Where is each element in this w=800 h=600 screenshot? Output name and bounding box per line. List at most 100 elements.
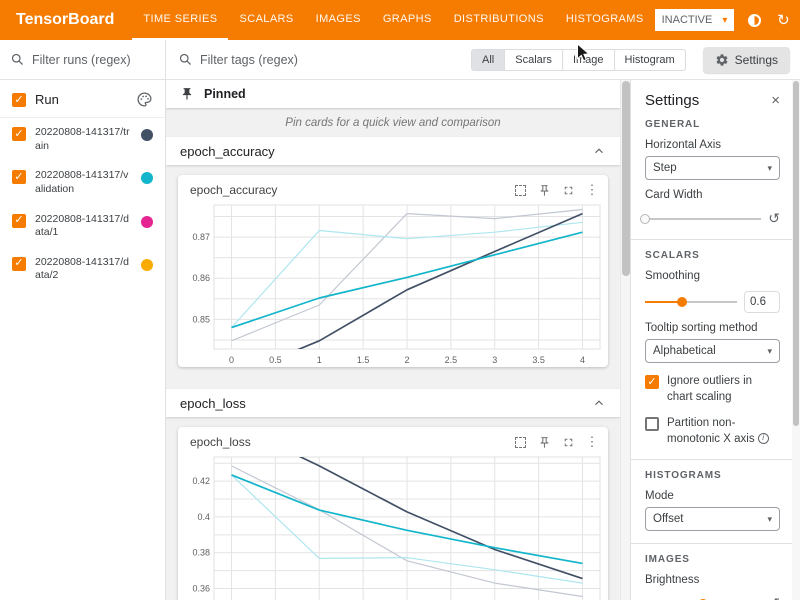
pin-icon (538, 184, 551, 197)
tag-chip-image[interactable]: Image (562, 49, 615, 71)
run-checkbox[interactable]: ✓ (12, 170, 26, 184)
epoch-accuracy-chart[interactable]: 00.511.522.533.540.850.860.87 (178, 199, 608, 367)
run-name: 20220808-141317/train (35, 126, 132, 153)
section-header-epoch-loss: epoch_loss (166, 389, 620, 417)
horizontal-axis-label: Horizontal Axis (645, 139, 780, 151)
tab-graphs[interactable]: GRAPHS (372, 0, 443, 40)
run-checkbox[interactable]: ✓ (12, 214, 26, 228)
more-vert-icon: ⋮ (586, 434, 599, 450)
fullscreen-button[interactable] (558, 181, 578, 199)
runs-filter-input[interactable] (32, 53, 152, 67)
runs-filter-area (0, 40, 166, 79)
card-header: epoch_accuracy ⋮ (178, 175, 608, 199)
search-icon (10, 52, 25, 67)
tab-distributions[interactable]: DISTRIBUTIONS (443, 0, 555, 40)
fullscreen-icon (562, 436, 575, 449)
fullscreen-button[interactable] (558, 433, 578, 451)
tab-time-series[interactable]: TIME SERIES (132, 0, 228, 40)
collapse-chevron-icon[interactable] (592, 144, 606, 158)
select-value: Step (653, 162, 677, 174)
svg-text:0: 0 (229, 355, 234, 365)
histogram-mode-select[interactable]: Offset ▾ (645, 507, 780, 531)
close-icon[interactable]: × (771, 92, 780, 109)
info-icon[interactable]: i (758, 433, 769, 444)
svg-text:3: 3 (492, 355, 497, 365)
run-list: ✓ 20220808-141317/train ✓20220808-141317/v… (0, 118, 165, 291)
settings-scrollbar[interactable] (792, 80, 800, 600)
pin-card-button[interactable] (534, 181, 554, 199)
run-list-item[interactable]: ✓20220808-141317/data/1 (0, 205, 165, 248)
ignore-outliers-checkbox[interactable]: ✓ (645, 375, 659, 389)
slider-thumb[interactable] (677, 297, 687, 307)
card-header: epoch_loss ⋮ (178, 427, 608, 451)
run-checkbox[interactable]: ✓ (12, 257, 26, 271)
checkbox-label: Ignore outliers in chart scaling (667, 374, 780, 405)
pin-card-button[interactable] (534, 433, 554, 451)
select-value: Alphabetical (653, 345, 716, 357)
settings-button[interactable]: Settings (703, 47, 790, 73)
ignore-outliers-checkbox-row[interactable]: ✓ Ignore outliers in chart scaling (645, 374, 780, 405)
tab-scalars[interactable]: SCALARS (228, 0, 304, 40)
check-icon: ✓ (14, 95, 23, 106)
svg-text:2: 2 (404, 355, 409, 365)
fit-to-data-button[interactable] (510, 181, 530, 199)
run-checkbox[interactable]: ✓ (12, 127, 26, 141)
status-dropdown[interactable]: INACTIVE ▾ (655, 9, 735, 31)
histograms-heading: HISTOGRAMS (645, 470, 780, 481)
scrollbar-thumb[interactable] (793, 81, 799, 426)
tag-chip-scalars[interactable]: Scalars (504, 49, 563, 71)
cards-area: Pinned Pin cards for a quick view and co… (166, 80, 620, 600)
partition-x-axis-checkbox-row[interactable]: Partition non-monotonic X axisi (645, 416, 780, 447)
run-select-all-checkbox[interactable]: ✓ (12, 93, 26, 107)
settings-button-label: Settings (735, 53, 778, 67)
slider-thumb[interactable] (640, 214, 650, 224)
run-list-item[interactable]: ✓20220808-141317/validation (0, 161, 165, 204)
fullscreen-icon (562, 184, 575, 197)
epoch-loss-chart[interactable]: 00.511.522.533.540.360.380.40.42 (178, 451, 608, 600)
section-title: epoch_accuracy (180, 144, 275, 159)
run-color-dot (141, 129, 153, 141)
svg-text:2.5: 2.5 (445, 355, 458, 365)
fit-to-data-button[interactable] (510, 433, 530, 451)
card-width-slider[interactable] (645, 213, 761, 225)
tooltip-sorting-label: Tooltip sorting method (645, 322, 780, 334)
checkbox-label: Partition non-monotonic X axisi (667, 416, 780, 447)
top-bar: TensorBoard TIME SERIESSCALARSIMAGESGRAP… (0, 0, 800, 40)
tooltip-sorting-select[interactable]: Alphabetical ▾ (645, 339, 780, 363)
divider (631, 543, 800, 544)
tags-filter-input[interactable] (200, 53, 320, 67)
run-color-dot (141, 172, 153, 184)
card-width-row: ↺ (645, 210, 780, 227)
epoch-accuracy-card: epoch_accuracy ⋮ 00.511.522.533.540.850.… (178, 175, 608, 367)
palette-icon[interactable] (136, 91, 153, 108)
smoothing-input[interactable]: 0.6 (744, 291, 780, 313)
card-actions: ⋮ (510, 433, 602, 451)
refresh-button[interactable]: ↻ (774, 11, 792, 29)
run-color-dot (141, 216, 153, 228)
run-list-item[interactable]: ✓20220808-141317/data/2 (0, 248, 165, 291)
scrollbar-thumb[interactable] (622, 81, 630, 276)
tag-chip-histogram[interactable]: Histogram (614, 49, 686, 71)
card-wrap: epoch_accuracy ⋮ 00.511.522.533.540.850.… (166, 165, 620, 377)
settings-header: Settings × (645, 92, 780, 109)
reset-icon[interactable]: ↺ (768, 210, 780, 227)
tag-chip-all[interactable]: All (471, 49, 505, 71)
card-title: epoch_accuracy (190, 183, 510, 197)
partition-x-axis-checkbox[interactable] (645, 417, 659, 431)
reset-icon[interactable]: ↺ (768, 595, 780, 600)
main-scrollbar[interactable] (620, 80, 630, 600)
more-options-button[interactable]: ⋮ (582, 181, 602, 199)
run-list-item[interactable]: ✓ 20220808-141317/train (0, 118, 165, 161)
more-options-button[interactable]: ⋮ (582, 433, 602, 451)
svg-text:1.5: 1.5 (357, 355, 370, 365)
smoothing-row: 0.6 (645, 291, 780, 313)
collapse-chevron-icon[interactable] (592, 396, 606, 410)
horizontal-axis-select[interactable]: Step ▾ (645, 156, 780, 180)
tag-filter-chips: AllScalarsImageHistogram (471, 49, 686, 71)
theme-toggle-button[interactable] (745, 11, 763, 29)
smoothing-slider[interactable] (645, 296, 737, 308)
tab-images[interactable]: IMAGES (305, 0, 372, 40)
check-icon: ✓ (647, 377, 656, 388)
tab-histograms[interactable]: HISTOGRAMS (555, 0, 655, 40)
pinned-title: Pinned (204, 87, 246, 101)
